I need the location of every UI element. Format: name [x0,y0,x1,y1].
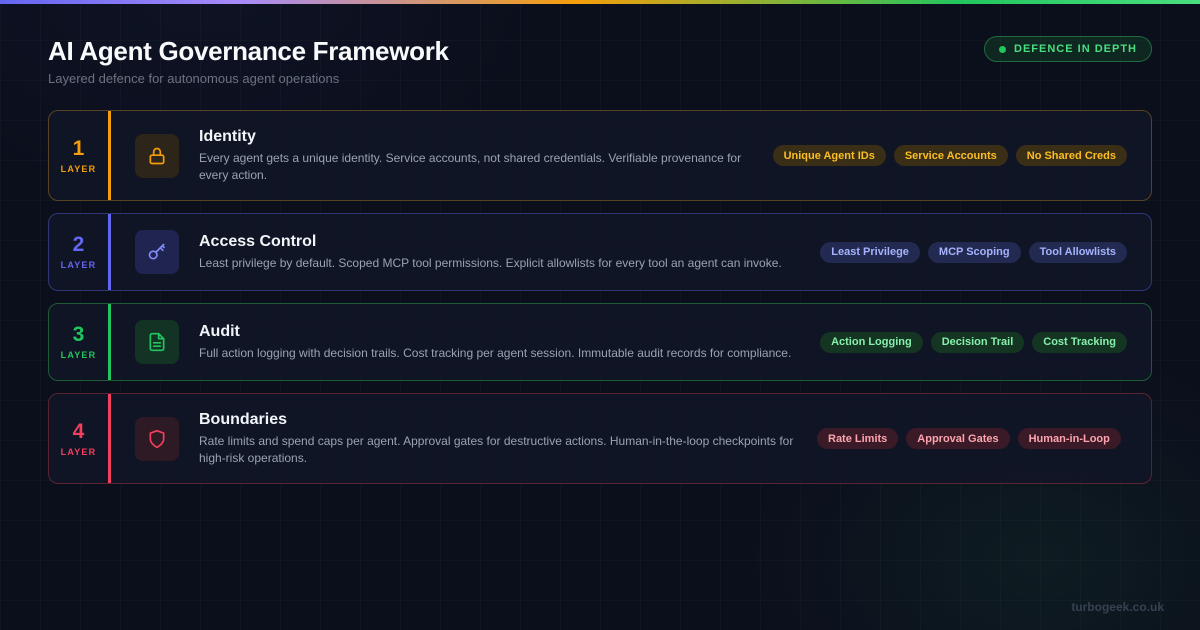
tag-action-logging: Action Logging [820,331,923,353]
shield-icon [135,416,179,461]
lock-icon [135,133,179,178]
layer-number: 2 [72,233,85,256]
document-icon [135,320,179,364]
layer-number-column: 2 LAYER [49,214,111,290]
layer-description: Every agent gets a unique identity. Serv… [199,150,742,182]
layer-tags: Unique Agent IDs Service Accounts No Sha… [772,145,1127,166]
tag-human-in-loop: Human-in-Loop [1017,428,1121,449]
layer-card-access-control: 2 LAYER Access Control Least privilege b… [48,213,1152,291]
layer-description: Full action logging with decision trails… [199,345,792,360]
layer-number-column: 1 LAYER [49,111,111,200]
badge-label: DEFENCE IN DEPTH [1014,43,1137,55]
tag-decision-trail: Decision Trail [930,331,1025,353]
layer-number-label: LAYER [60,350,97,360]
tag-tool-allowlists: Tool Allowlists [1028,241,1127,263]
layer-number-column: 3 LAYER [49,304,111,380]
layer-number-label: LAYER [60,446,97,457]
layer-title: Audit [199,322,240,340]
tag-cost-tracking: Cost Tracking [1032,331,1127,353]
layer-number-label: LAYER [60,260,97,270]
defence-badge: DEFENCE IN DEPTH [984,36,1152,62]
layer-text: Access Control Least privilege by defaul… [199,233,802,272]
layer-card-identity: 1 LAYER Identity Every agent gets a uniq… [48,110,1152,201]
site-watermark: turbogeek.co.uk [1071,600,1164,614]
page-subtitle: Layered defence for autonomous agent ope… [48,71,340,86]
tag-no-shared-creds: No Shared Creds [1015,145,1127,166]
layer-tags: Action Logging Decision Trail Cost Track… [820,331,1127,353]
tag-mcp-scoping: MCP Scoping [927,241,1021,263]
status-dot-icon [999,45,1007,53]
layer-text: Boundaries Rate limits and spend caps pe… [199,411,799,467]
layer-description: Rate limits and spend caps per agent. Ap… [199,433,794,465]
layer-number: 3 [72,323,85,346]
layer-number: 4 [72,419,85,443]
tag-approval-gates: Approval Gates [906,428,1010,449]
gradient-top-bar [0,0,1200,4]
layer-description: Least privilege by default. Scoped MCP t… [199,255,782,270]
tag-least-privilege: Least Privilege [820,241,920,263]
layer-title: Boundaries [199,410,288,428]
layer-title: Identity [199,127,256,145]
layer-text: Identity Every agent gets a unique ident… [199,128,755,184]
layer-card-audit: 3 LAYER Audit Full action logging with d… [48,303,1152,381]
layer-title: Access Control [199,232,317,250]
key-icon [135,230,179,274]
layer-number-column: 4 LAYER [49,394,111,483]
layer-tags: Least Privilege MCP Scoping Tool Allowli… [820,241,1127,263]
layer-tags: Rate Limits Approval Gates Human-in-Loop [817,428,1121,449]
tag-rate-limits: Rate Limits [817,428,899,449]
tag-service-accounts: Service Accounts [893,145,1008,166]
tag-unique-agent-ids: Unique Agent IDs [772,145,886,166]
layer-number-label: LAYER [60,163,97,174]
page-title: AI Agent Governance Framework [48,36,449,66]
layer-card-boundaries: 4 LAYER Boundaries Rate limits and spend… [48,393,1152,484]
page: AI Agent Governance Framework Layered de… [0,0,1200,630]
layer-text: Audit Full action logging with decision … [199,323,802,362]
layer-number: 1 [72,136,85,160]
